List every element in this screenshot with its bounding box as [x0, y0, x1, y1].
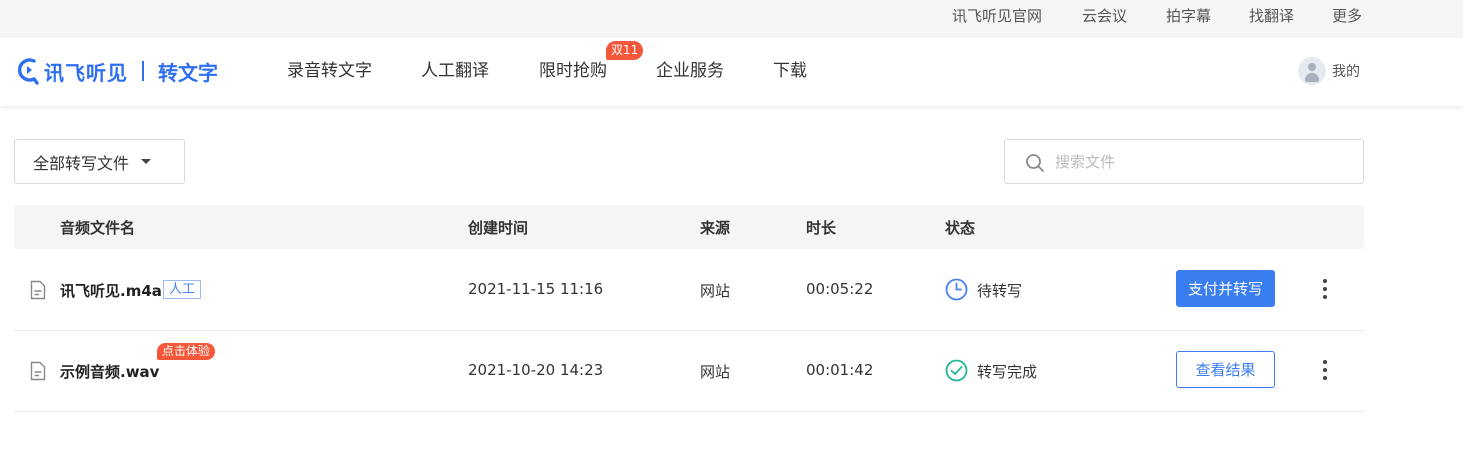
col-filename: 音频文件名 — [60, 219, 136, 237]
source: 网站 — [700, 363, 731, 381]
created-time: 2021-11-15 11:16 — [468, 280, 604, 298]
nav-flash-sale[interactable]: 限时抢购 — [539, 59, 607, 83]
nav-human-translation[interactable]: 人工翻译 — [421, 59, 489, 83]
main-header: 讯飞听见 转文字 录音转文字 人工翻译 限时抢购 双11 企业服务 下载 我的 — [0, 38, 1463, 106]
check-circle-icon — [945, 359, 968, 382]
table-row[interactable]: 示例音频.wav 点击体验 2021-10-20 14:23 网站 00:01:… — [14, 331, 1364, 412]
col-duration: 时长 — [806, 219, 837, 237]
logo[interactable]: 讯飞听见 转文字 — [18, 54, 218, 88]
file-name[interactable]: 讯飞听见.m4a — [60, 281, 162, 301]
logo-icon — [18, 58, 39, 85]
nav-enterprise[interactable]: 企业服务 — [656, 59, 724, 83]
table-header: 音频文件名 创建时间 来源 时长 状态 — [14, 205, 1364, 249]
link-subtitles[interactable]: 拍字幕 — [1166, 6, 1211, 26]
col-created: 创建时间 — [468, 219, 529, 237]
avatar-icon — [1298, 57, 1326, 85]
view-result-button[interactable]: 查看结果 — [1176, 351, 1275, 388]
manual-tag: 人工 — [163, 280, 202, 299]
duration: 00:01:42 — [806, 361, 874, 379]
duration: 00:05:22 — [806, 280, 874, 298]
col-status: 状态 — [945, 219, 976, 237]
file-icon — [30, 280, 46, 300]
link-cloud-meeting[interactable]: 云会议 — [1082, 6, 1127, 26]
file-name[interactable]: 示例音频.wav — [60, 362, 159, 382]
status-text: 转写完成 — [977, 363, 1038, 381]
top-utility-bar: 讯飞听见官网 云会议 拍字幕 找翻译 更多 — [0, 0, 1463, 38]
search-input[interactable] — [1055, 148, 1345, 176]
clock-icon — [945, 278, 968, 301]
status-text: 待转写 — [977, 282, 1023, 300]
more-vertical-icon[interactable] — [1315, 277, 1335, 301]
link-more[interactable]: 更多 — [1332, 6, 1362, 26]
created-time: 2021-10-20 14:23 — [468, 361, 604, 379]
promo-badge: 双11 — [606, 41, 644, 60]
table-row[interactable]: 讯飞听见.m4a 人工 2021-11-15 11:16 网站 00:05:22… — [14, 250, 1364, 331]
filter-label: 全部转写文件 — [33, 153, 130, 173]
user-menu[interactable]: 我的 — [1298, 57, 1360, 85]
source: 网站 — [700, 282, 731, 300]
search-icon — [1026, 154, 1044, 172]
nav-download[interactable]: 下载 — [773, 59, 807, 83]
search-box — [1004, 139, 1364, 184]
user-label: 我的 — [1332, 64, 1360, 80]
brand-name: 讯飞听见 — [44, 60, 128, 85]
file-icon — [30, 361, 46, 381]
link-find-translation[interactable]: 找翻译 — [1249, 6, 1294, 26]
col-source: 来源 — [700, 219, 731, 237]
link-official-site[interactable]: 讯飞听见官网 — [952, 6, 1042, 26]
more-vertical-icon[interactable] — [1315, 358, 1335, 382]
logo-divider — [142, 61, 144, 81]
file-filter-dropdown[interactable]: 全部转写文件 — [14, 139, 185, 184]
pay-and-transcribe-button[interactable]: 支付并转写 — [1176, 270, 1275, 307]
try-demo-badge[interactable]: 点击体验 — [157, 343, 216, 360]
nav-audio-to-text[interactable]: 录音转文字 — [287, 59, 372, 83]
product-name: 转文字 — [158, 60, 218, 85]
caret-down-icon — [141, 159, 152, 164]
